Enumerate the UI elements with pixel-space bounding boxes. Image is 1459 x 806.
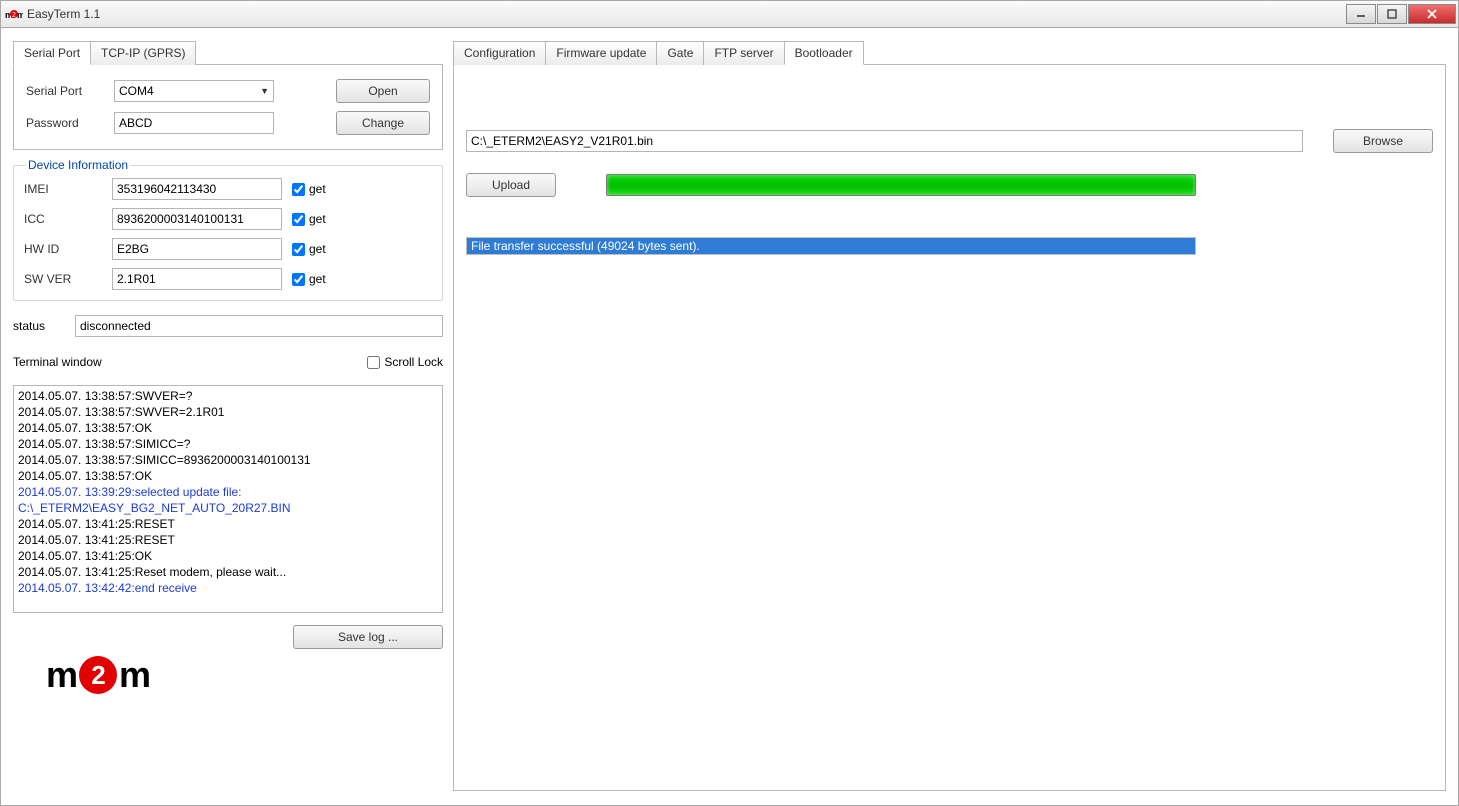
titlebar: m2m EasyTerm 1.1	[0, 0, 1459, 28]
terminal-line: 2014.05.07. 13:39:29:selected update fil…	[18, 484, 438, 516]
svg-text:2: 2	[12, 12, 16, 19]
upload-progress-bar	[606, 174, 1196, 196]
connection-panel: Serial Port TCP-IP (GPRS) Serial Port CO…	[13, 40, 443, 150]
app-body: Serial Port TCP-IP (GPRS) Serial Port CO…	[0, 28, 1459, 806]
file-path-input[interactable]	[466, 130, 1303, 152]
device-info-panel: Device Information IMEI get ICC get HW I…	[13, 158, 443, 301]
maximize-button[interactable]	[1377, 4, 1407, 24]
imei-get-checkbox[interactable]: get	[292, 182, 326, 196]
password-label: Password	[26, 116, 104, 130]
tab-configuration[interactable]: Configuration	[453, 41, 546, 65]
browse-button[interactable]: Browse	[1333, 129, 1433, 153]
icc-input[interactable]	[112, 208, 282, 230]
right-column: Configuration Firmware update Gate FTP s…	[453, 40, 1446, 793]
main-tabs: Configuration Firmware update Gate FTP s…	[453, 40, 1446, 65]
serial-port-label: Serial Port	[26, 84, 104, 98]
connection-tabs: Serial Port TCP-IP (GPRS)	[13, 40, 443, 65]
icc-get-checkbox[interactable]: get	[292, 212, 326, 226]
terminal-line: 2014.05.07. 13:38:57:SWVER=?	[18, 388, 438, 404]
imei-input[interactable]	[112, 178, 282, 200]
window-controls	[1346, 4, 1456, 24]
swver-label: SW VER	[24, 272, 102, 286]
change-button[interactable]: Change	[336, 111, 430, 135]
terminal-line: 2014.05.07. 13:41:25:Reset modem, please…	[18, 564, 438, 580]
left-column: Serial Port TCP-IP (GPRS) Serial Port CO…	[13, 40, 443, 793]
icc-label: ICC	[24, 212, 102, 226]
save-log-button[interactable]: Save log ...	[293, 625, 443, 649]
open-button[interactable]: Open	[336, 79, 430, 103]
password-input[interactable]	[114, 112, 274, 134]
imei-label: IMEI	[24, 182, 102, 196]
swver-get-checkbox[interactable]: get	[292, 272, 326, 286]
window-title: EasyTerm 1.1	[27, 7, 1346, 21]
terminal-window-label: Terminal window	[13, 355, 102, 369]
terminal-line: 2014.05.07. 13:38:57:SWVER=2.1R01	[18, 404, 438, 420]
tab-firmware-update[interactable]: Firmware update	[545, 41, 657, 65]
m2m-logo: m2m	[13, 639, 183, 711]
terminal-line: 2014.05.07. 13:38:57:OK	[18, 468, 438, 484]
minimize-button[interactable]	[1346, 4, 1376, 24]
terminal-line: 2014.05.07. 13:42:42:end receive	[18, 580, 438, 596]
svg-text:m: m	[17, 10, 23, 20]
hwid-get-checkbox[interactable]: get	[292, 242, 326, 256]
serial-port-value: COM4	[119, 84, 154, 98]
connection-tab-body: Serial Port COM4 ▼ Open Password Change	[13, 65, 443, 150]
hwid-label: HW ID	[24, 242, 102, 256]
upload-button[interactable]: Upload	[466, 173, 556, 197]
bootloader-panel: Browse Upload File transfer successful (…	[453, 65, 1446, 791]
scroll-lock-checkbox[interactable]: Scroll Lock	[367, 355, 443, 369]
terminal-output[interactable]: 2014.05.07. 13:38:57:SWVER=?2014.05.07. …	[13, 385, 443, 613]
terminal-line: 2014.05.07. 13:41:25:OK	[18, 548, 438, 564]
terminal-line: 2014.05.07. 13:38:57:OK	[18, 420, 438, 436]
chevron-down-icon: ▼	[260, 86, 269, 96]
close-button[interactable]	[1408, 4, 1456, 24]
app-icon: m2m	[5, 7, 23, 21]
status-field	[75, 315, 443, 337]
swver-input[interactable]	[112, 268, 282, 290]
terminal-line: 2014.05.07. 13:41:25:RESET	[18, 532, 438, 548]
tab-serial-port[interactable]: Serial Port	[13, 41, 91, 65]
serial-port-combo[interactable]: COM4 ▼	[114, 80, 274, 102]
status-label: status	[13, 319, 65, 333]
tab-gate[interactable]: Gate	[656, 41, 704, 65]
device-info-legend: Device Information	[26, 158, 130, 172]
transfer-status-message: File transfer successful (49024 bytes se…	[466, 237, 1196, 255]
tab-ftp-server[interactable]: FTP server	[703, 41, 784, 65]
terminal-line: 2014.05.07. 13:38:57:SIMICC=893620000314…	[18, 452, 438, 468]
terminal-line: 2014.05.07. 13:38:57:SIMICC=?	[18, 436, 438, 452]
terminal-line: 2014.05.07. 13:41:25:RESET	[18, 516, 438, 532]
hwid-input[interactable]	[112, 238, 282, 260]
tab-bootloader[interactable]: Bootloader	[784, 41, 864, 65]
tab-tcp-ip[interactable]: TCP-IP (GPRS)	[90, 41, 196, 65]
